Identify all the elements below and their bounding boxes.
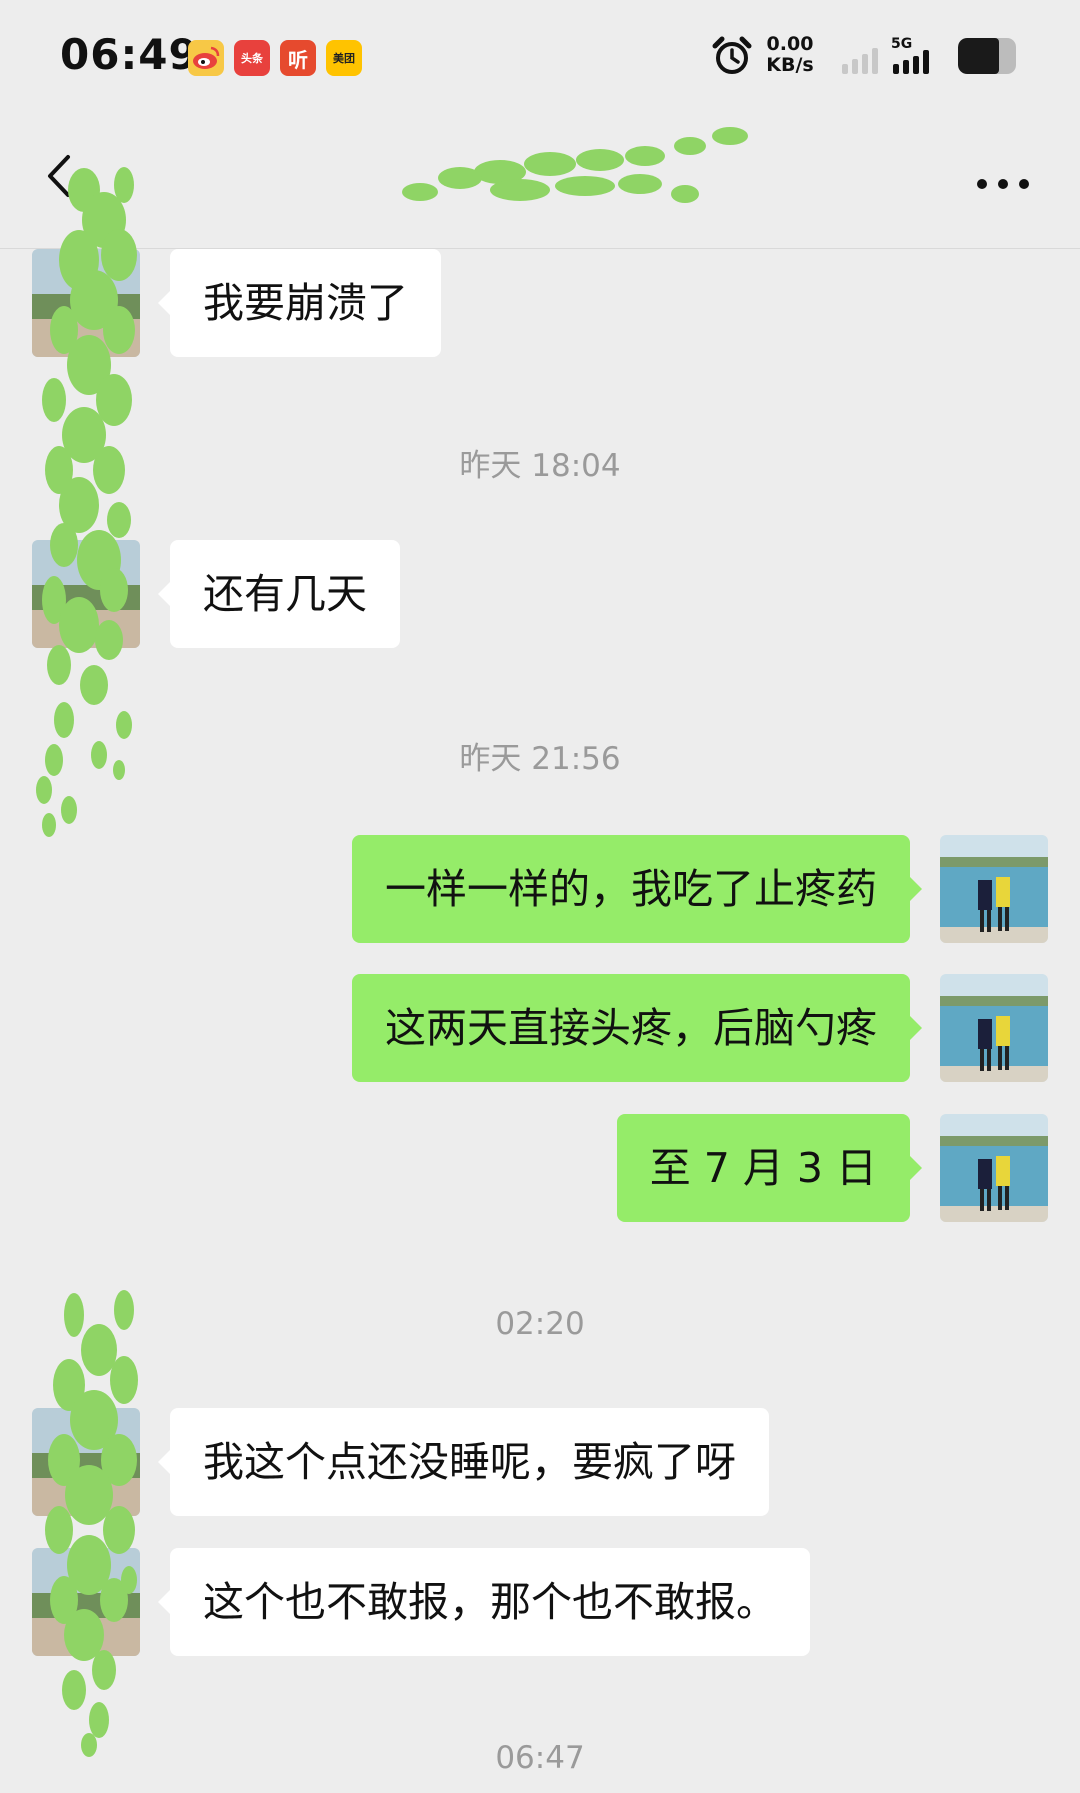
battery-icon: [958, 38, 1016, 74]
my-avatar[interactable]: [940, 974, 1048, 1082]
signal-bars-icon: [842, 48, 878, 74]
avatar-redaction-lower: [45, 1290, 138, 1757]
signal-5g-bars-icon: [893, 50, 929, 74]
message-bubble-received[interactable]: 这个也不敢报，那个也不敢报。: [158, 1548, 810, 1656]
notification-icons: 头条 听 美团: [188, 40, 362, 76]
weibo-icon: [188, 40, 224, 76]
timestamp: 02:20: [495, 1306, 585, 1342]
timestamp: 昨天 18:04: [459, 448, 621, 484]
timestamp: 06:47: [495, 1740, 585, 1776]
avatar-redaction-upper: [36, 167, 137, 837]
message-bubble-sent[interactable]: 一样一样的，我吃了止疼药: [352, 835, 922, 943]
message-bubble-sent[interactable]: 这两天直接头疼，后脑勺疼: [352, 974, 922, 1082]
network-speed-unit: KB/s: [766, 54, 814, 76]
message-bubble-received[interactable]: 我要崩溃了: [158, 249, 441, 357]
ting-icon: 听: [280, 40, 316, 76]
clock: 06:49: [60, 30, 199, 79]
battery-level: [958, 38, 999, 74]
network-speed-value: 0.00: [766, 33, 814, 55]
my-avatar[interactable]: [940, 1114, 1048, 1222]
more-options-icon[interactable]: [975, 177, 1031, 191]
network-speed: 0.00 KB/s: [766, 34, 814, 76]
toutiao-icon: 头条: [234, 40, 270, 76]
meituan-icon: 美团: [326, 40, 362, 76]
message-bubble-received[interactable]: 我这个点还没睡呢，要疯了呀: [158, 1408, 769, 1516]
message-bubble-sent[interactable]: 至 7 月 3 日: [616, 1114, 923, 1222]
message-bubble-received[interactable]: 还有几天: [158, 540, 400, 648]
status-bar: 06:49 头条 听 美团 0.00 KB/s 5G: [0, 0, 1080, 115]
my-avatar[interactable]: [940, 835, 1048, 943]
title-redaction: [402, 127, 748, 203]
alarm-clock-icon: [712, 36, 752, 74]
timestamp: 昨天 21:56: [459, 741, 621, 777]
